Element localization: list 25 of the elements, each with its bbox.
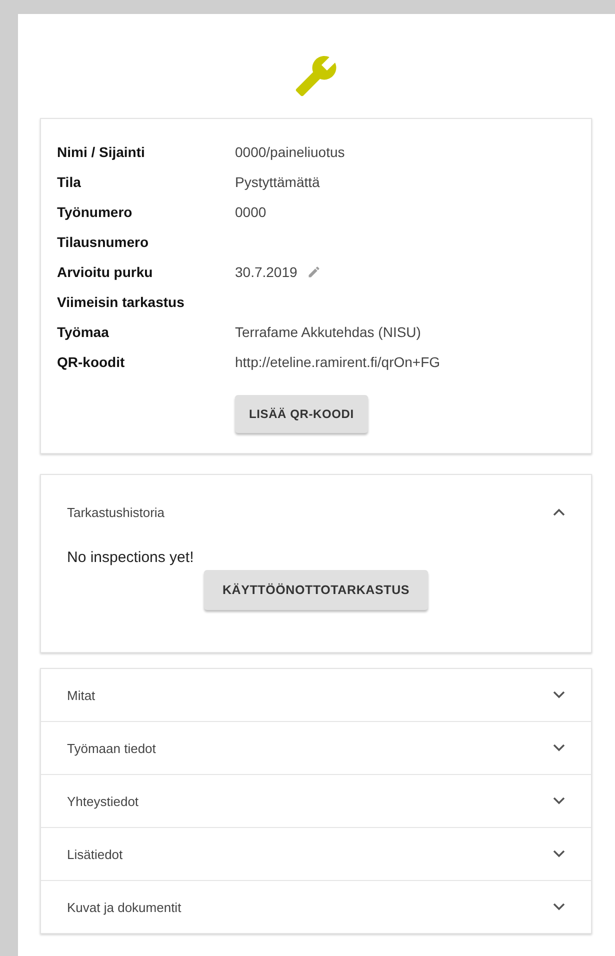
field-label: Työnumero	[57, 203, 134, 222]
field-label: Viimeisin tarkastus	[57, 293, 186, 312]
field-value: Pystyttämättä	[235, 174, 320, 190]
field-value: 0000/paineliuotus	[235, 144, 345, 160]
field-label: QR-koodit	[57, 353, 126, 372]
field-value: 0000	[235, 204, 266, 220]
section-header[interactable]: Mitat	[67, 688, 96, 702]
wrench-icon	[294, 54, 338, 98]
section-header[interactable]: Työmaan tiedot	[67, 740, 156, 756]
add-qr-button[interactable]: LISÄÄ QR-KOODI	[235, 395, 368, 433]
edit-icon[interactable]	[307, 265, 322, 279]
field-label: Nimi / Sijainti	[57, 143, 146, 162]
inspection-button[interactable]: KÄYTTÖÖNOTTOTARKASTUS	[204, 570, 428, 610]
field-label: Työmaa	[57, 323, 110, 342]
section-header[interactable]: Lisätiedot	[67, 846, 123, 862]
empty-message: No inspections yet!	[67, 549, 195, 566]
field-value: Terrafame Akkutehdas (NISU)	[235, 324, 421, 340]
section-header[interactable]: Tarkastushistoria	[67, 504, 165, 520]
field-label: Arvioitu purku	[57, 263, 154, 282]
field-value: http://eteline.ramirent.fi/qrOn+FG	[235, 354, 440, 370]
field-label: Tilausnumero	[57, 233, 150, 252]
section-header[interactable]: Yhteystiedot	[67, 794, 139, 808]
section-header[interactable]: Kuvat ja dokumentit	[67, 900, 182, 914]
field-value: 30.7.2019	[235, 264, 298, 280]
field-label: Tila	[57, 173, 82, 192]
